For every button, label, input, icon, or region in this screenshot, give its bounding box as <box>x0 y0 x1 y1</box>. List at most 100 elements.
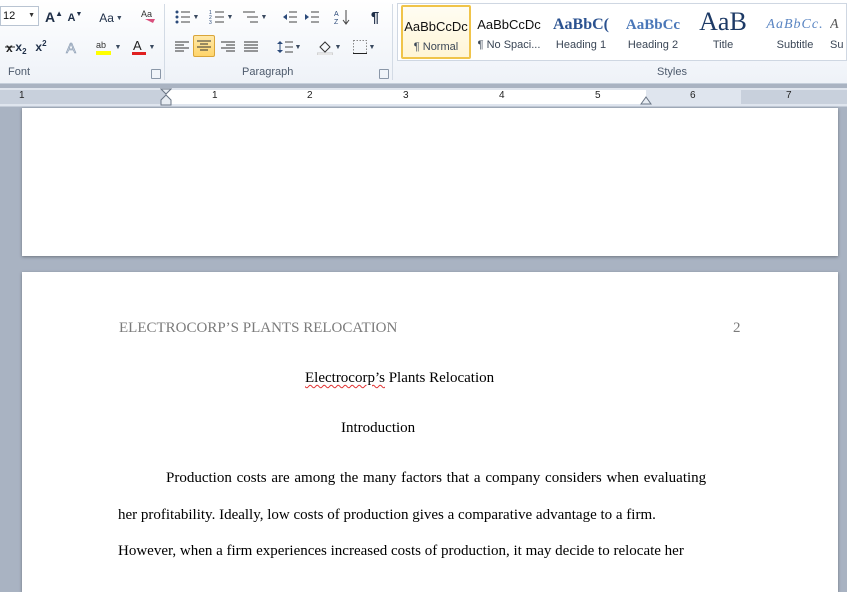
line-spacing-icon <box>276 41 293 53</box>
align-center-icon <box>197 40 211 51</box>
align-left-icon <box>175 41 189 52</box>
justify-button[interactable] <box>241 37 261 57</box>
style-name: Subtitle <box>776 39 814 51</box>
text-effects-button[interactable]: A <box>62 37 84 57</box>
indent-marker-icon[interactable] <box>160 88 172 106</box>
chevron-down-icon: ▼ <box>260 13 268 21</box>
align-center-button[interactable] <box>193 35 215 57</box>
svg-text:3: 3 <box>209 20 212 24</box>
misspelled-word[interactable]: Electrocorp’s <box>305 370 385 386</box>
shading-button[interactable]: ▼ <box>314 37 344 57</box>
font-group-label: Font <box>8 66 31 78</box>
clear-formatting-button[interactable]: Aa <box>137 6 159 26</box>
shrink-font-label: A <box>67 12 76 24</box>
decrease-indent-button[interactable] <box>280 7 300 27</box>
chevron-down-icon[interactable]: ▼ <box>28 7 35 25</box>
body-line: Production costs are among the many fact… <box>166 470 707 486</box>
chevron-down-icon: ▼ <box>368 43 376 51</box>
style-name: Su <box>830 39 844 51</box>
paragraph-dialog-launcher-icon[interactable] <box>379 69 389 79</box>
style-preview: AaBbCc. <box>766 17 824 32</box>
clear-formatting-icon: Aa <box>141 9 155 23</box>
multilevel-list-icon <box>242 11 258 23</box>
section-heading: Introduction <box>341 420 416 436</box>
ruler-number: 6 <box>690 90 696 101</box>
chevron-down-icon: ▼ <box>115 14 123 22</box>
show-formatting-button[interactable]: ¶ <box>364 7 386 27</box>
body-line: However, when a firm experiences increas… <box>118 543 684 559</box>
horizontal-ruler[interactable]: 1 1 2 3 4 5 6 7 <box>0 88 847 107</box>
style-preview: AaBbC( <box>552 16 609 33</box>
style-no-spacing[interactable]: AaBbCcDc ¶ No Spaci... <box>474 5 544 59</box>
line-spacing-button[interactable]: ▼ <box>274 37 304 57</box>
styles-gallery: AaBbCcDc ¶ Normal AaBbCcDc ¶ No Spaci...… <box>397 3 847 61</box>
style-name: ¶ No Spaci... <box>477 39 541 51</box>
ruler-number: 1 <box>19 90 25 101</box>
change-case-label: Aa <box>99 11 114 25</box>
grow-font-label: A <box>44 9 56 25</box>
borders-button[interactable]: ▼ <box>349 37 379 57</box>
chevron-down-icon: ▼ <box>114 43 122 51</box>
increase-indent-button[interactable] <box>302 7 322 27</box>
pilcrow-icon: ¶ <box>370 8 380 26</box>
style-normal[interactable]: AaBbCcDc ¶ Normal <box>401 5 471 59</box>
page-1[interactable] <box>22 108 838 256</box>
page-number: 2 <box>733 320 741 336</box>
shrink-font-button[interactable]: A ▼ <box>66 8 84 28</box>
style-name: Title <box>712 39 734 51</box>
borders-icon <box>352 40 367 54</box>
style-preview: AaBbCcDc <box>477 17 541 32</box>
group-divider <box>392 4 393 80</box>
chevron-down-icon: ▼ <box>334 43 342 51</box>
font-color-icon: A <box>131 38 146 55</box>
ruler-number: 4 <box>499 90 505 101</box>
style-title[interactable]: AaB Title <box>688 5 758 59</box>
subscript-button[interactable]: x2 <box>12 37 30 57</box>
style-name: Heading 2 <box>627 39 679 51</box>
style-subtitle[interactable]: AaBbCc. Subtitle <box>760 5 830 59</box>
highlight-icon: ab <box>95 40 111 55</box>
title-rest: Plants Relocation <box>384 370 495 386</box>
body-line: her profitability. Ideally, low costs of… <box>118 507 656 523</box>
style-heading-2[interactable]: AaBbCc Heading 2 <box>618 5 688 59</box>
ruler-right-margin <box>741 90 847 104</box>
style-subtle-emphasis[interactable]: A Su <box>830 5 847 59</box>
align-right-button[interactable] <box>218 37 238 57</box>
align-left-button[interactable] <box>172 37 192 57</box>
grow-font-button[interactable]: A ▲ <box>44 7 64 27</box>
font-dialog-launcher-icon[interactable] <box>151 69 161 79</box>
change-case-button[interactable]: Aa ▼ <box>96 8 126 28</box>
decrease-indent-icon <box>283 11 297 23</box>
ribbon: 12 ▼ A▲ A▼ Aa▼ Aa x x2 x2 A ab ▼ A ▼ Fon… <box>0 0 847 84</box>
bullets-button[interactable]: ▼ <box>172 7 202 27</box>
ruler-number: 2 <box>307 90 313 101</box>
ruler-number: 7 <box>786 90 792 101</box>
chevron-down-icon: ▼ <box>294 43 302 51</box>
superscript-button[interactable]: x2 <box>32 37 50 57</box>
align-right-icon <box>221 41 235 52</box>
paint-bucket-icon <box>316 41 333 55</box>
justify-icon <box>244 41 258 52</box>
style-preview: A <box>830 17 839 32</box>
svg-text:A: A <box>334 11 339 18</box>
paragraph-group-label: Paragraph <box>242 66 294 78</box>
svg-text:A: A <box>66 40 76 55</box>
ruler-number: 1 <box>212 90 218 101</box>
multilevel-list-button[interactable]: ▼ <box>240 7 270 27</box>
numbering-button[interactable]: 123 ▼ <box>206 7 236 27</box>
right-indent-marker-icon[interactable] <box>640 94 652 106</box>
chevron-down-icon: ▼ <box>192 13 200 21</box>
running-head: ELECTROCORP’S PLANTS RELOCATION <box>119 320 398 336</box>
sort-button[interactable]: AZ <box>332 7 352 27</box>
text-effects-icon: A <box>66 40 77 55</box>
svg-text:Aa: Aa <box>141 9 152 19</box>
font-color-button[interactable]: A ▼ <box>128 37 158 57</box>
subscript-label: x <box>15 40 23 54</box>
svg-text:A: A <box>133 38 142 53</box>
document-title[interactable]: Electrocorp’s Plants Relocation <box>305 370 494 387</box>
font-size-select[interactable]: 12 ▼ <box>0 6 39 26</box>
highlight-button[interactable]: ab ▼ <box>94 37 122 57</box>
superscript-label: x <box>35 40 43 54</box>
page-2[interactable]: ELECTROCORP’S PLANTS RELOCATION 2 Electr… <box>22 272 838 592</box>
style-heading-1[interactable]: AaBbC( Heading 1 <box>546 5 616 59</box>
